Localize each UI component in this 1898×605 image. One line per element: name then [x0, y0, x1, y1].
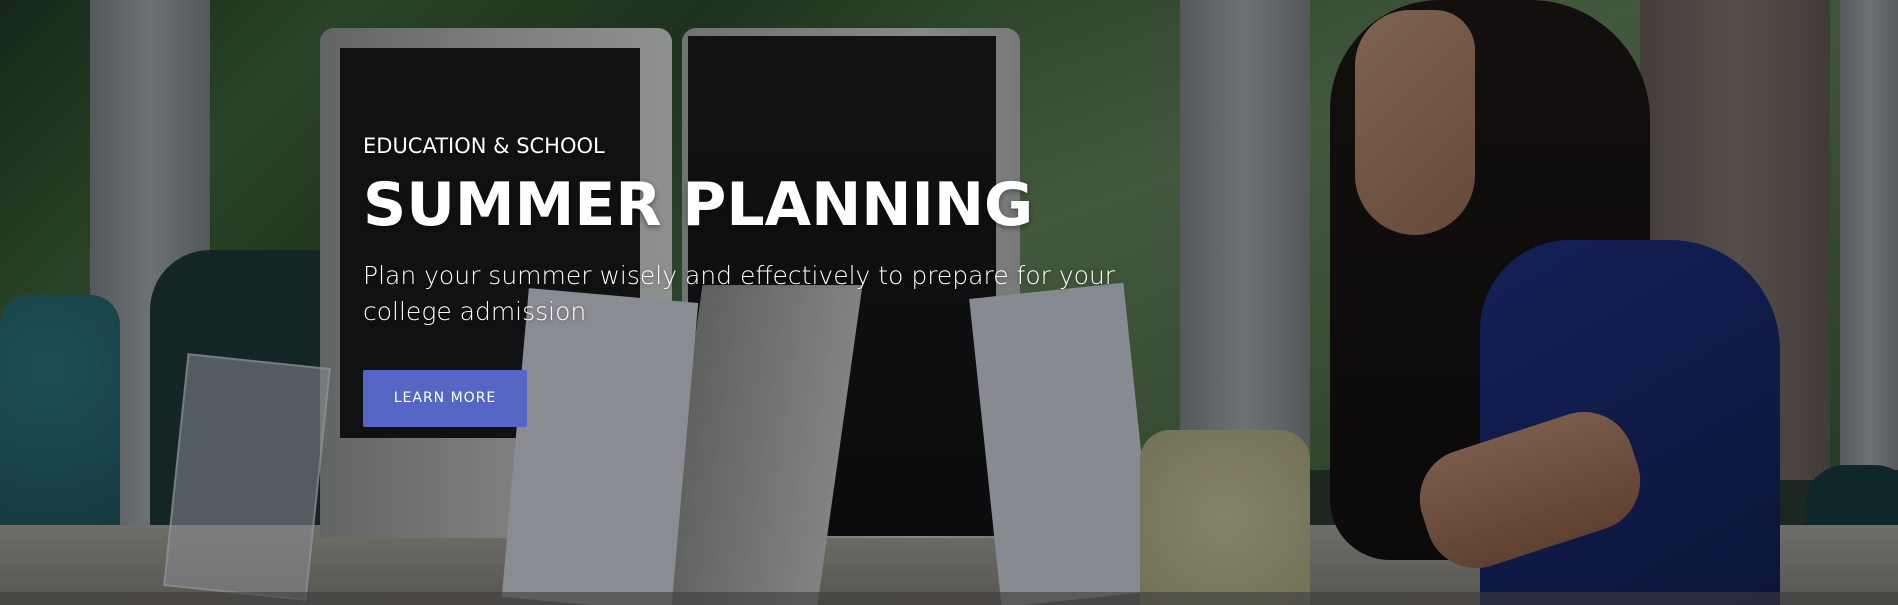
hero-eyebrow: EDUCATION & SCHOOL	[363, 134, 605, 158]
hero-content: EDUCATION & SCHOOL SUMMER PLANNING Plan …	[363, 134, 1123, 427]
learn-more-button[interactable]: LEARN MORE	[363, 369, 527, 427]
hero-subtitle: Plan your summer wisely and effectively …	[363, 261, 1116, 327]
hero-title: SUMMER PLANNING	[363, 170, 1034, 240]
hero-bottom-strip	[0, 592, 1898, 605]
hero-banner: EDUCATION & SCHOOL SUMMER PLANNING Plan …	[0, 0, 1898, 605]
